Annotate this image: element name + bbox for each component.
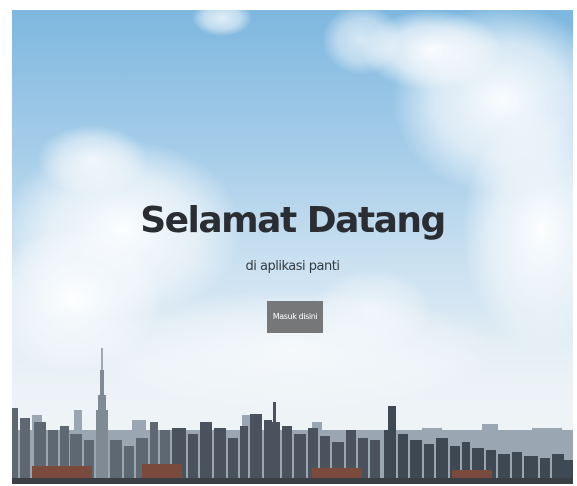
hero-section: Selamat Datang di aplikasi panti Masuk d…: [12, 10, 573, 484]
login-button[interactable]: Masuk disini: [267, 301, 323, 333]
page: Selamat Datang di aplikasi panti Masuk d…: [0, 0, 577, 486]
page-subtitle: di aplikasi panti: [245, 259, 340, 274]
hero-content: Selamat Datang di aplikasi panti Masuk d…: [12, 10, 573, 484]
page-title: Selamat Datang: [140, 200, 446, 241]
